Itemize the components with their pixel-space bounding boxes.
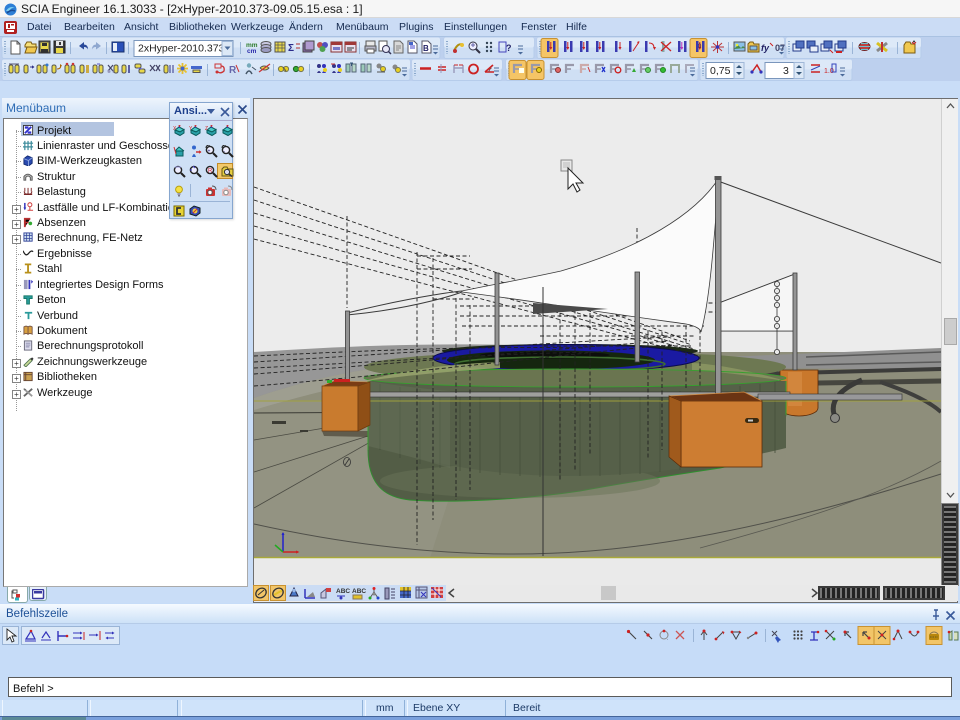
svg-text:.: .	[667, 636, 668, 642]
svg-text:B: B	[423, 44, 429, 53]
svg-text:R: R	[208, 169, 213, 175]
svg-text:3: 3	[783, 65, 789, 77]
svg-text:?: ?	[506, 43, 512, 53]
svg-text:R: R	[229, 65, 237, 76]
svg-text:0,75: 0,75	[710, 65, 731, 77]
svg-text:+: +	[208, 149, 211, 155]
svg-text:fy: fy	[761, 43, 770, 53]
svg-text:07: 07	[775, 43, 785, 53]
svg-text:cm: cm	[247, 48, 257, 55]
svg-text:Σ: Σ	[288, 43, 294, 54]
svg-text:2xHyper-2010.373: 2xHyper-2010.373	[138, 43, 225, 55]
svg-text:ABC: ABC	[352, 588, 366, 595]
svg-text:Z: Z	[205, 126, 208, 132]
svg-text:ABC: ABC	[336, 588, 350, 595]
